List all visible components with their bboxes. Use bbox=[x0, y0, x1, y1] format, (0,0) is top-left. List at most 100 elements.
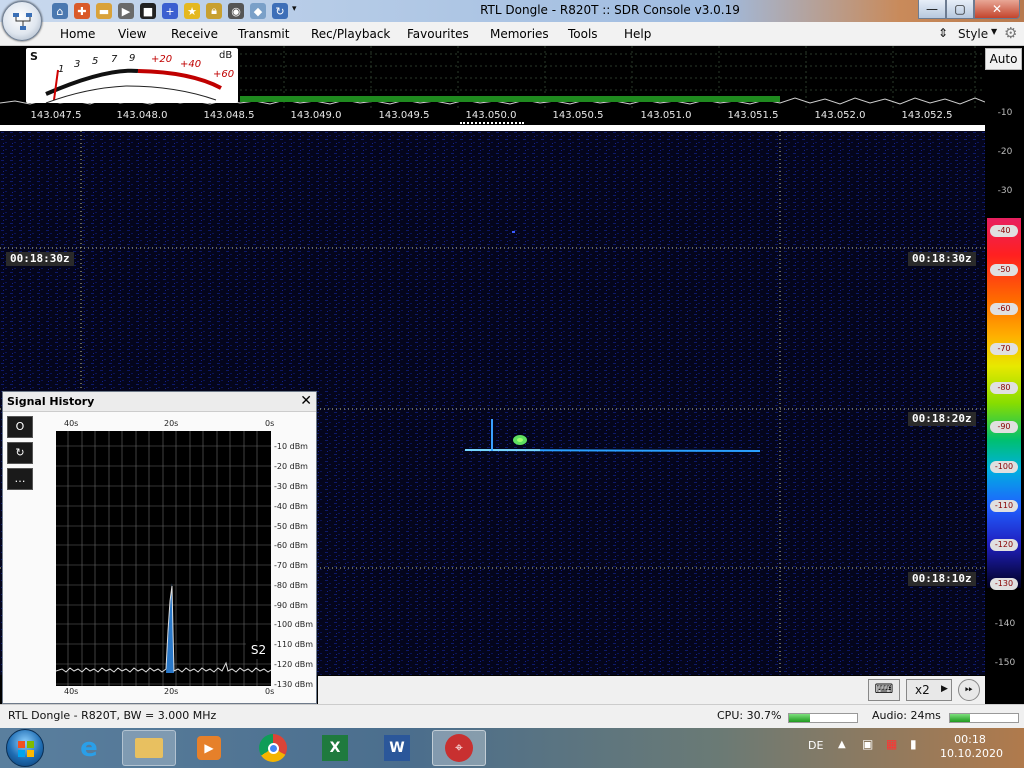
freq-tick: 143.047.5 bbox=[30, 110, 82, 121]
dbm-tick: -50 dBm bbox=[274, 522, 308, 531]
keyboard-icon[interactable]: ⌨ bbox=[868, 679, 900, 701]
start-button[interactable] bbox=[6, 729, 44, 767]
freq-tick: 143.051.5 bbox=[727, 110, 779, 121]
auto-scale-button[interactable]: Auto bbox=[985, 48, 1022, 70]
zoom-select[interactable]: x2 ▶ bbox=[906, 679, 952, 701]
style-dropdown-icon[interactable]: ▼ bbox=[991, 27, 997, 36]
file-explorer-icon[interactable] bbox=[122, 730, 176, 766]
clock[interactable]: 00:18 10.10.2020 bbox=[940, 733, 1003, 761]
word-icon[interactable]: W bbox=[370, 730, 424, 766]
freq-tick: 143.049.5 bbox=[378, 110, 430, 121]
freq-tick: 143.050.5 bbox=[552, 110, 604, 121]
db-tick: -30 bbox=[997, 186, 1013, 196]
lifebuoy-icon[interactable]: ✚ bbox=[74, 3, 90, 19]
freq-tick: 143.049.0 bbox=[290, 110, 342, 121]
menu-memories[interactable]: Memories bbox=[490, 22, 549, 46]
clock-time: 00:18 bbox=[954, 733, 986, 746]
menu-home[interactable]: Home bbox=[60, 22, 95, 46]
drop-icon[interactable]: ◆ bbox=[250, 3, 266, 19]
minimize-button[interactable]: — bbox=[918, 0, 946, 19]
taskbar: e ▶ X W ⌖ DE ▲ ▣ ▦ ▮ 00:18 10.10.2020 bbox=[0, 728, 1024, 768]
sdr-console-icon[interactable]: ⌖ bbox=[432, 730, 486, 766]
signal-history-title: Signal History bbox=[7, 395, 95, 408]
freq-tick: 143.052.5 bbox=[901, 110, 953, 121]
window-title: RTL Dongle - R820T :: SDR Console v3.0.1… bbox=[480, 3, 740, 17]
dbm-tick: -30 dBm bbox=[274, 482, 308, 491]
tray-expand-icon[interactable]: ▲ bbox=[838, 739, 846, 750]
color-tick: -40 bbox=[990, 225, 1018, 237]
waterfall-toolbar: ⌨ x2 ▶ ⏩︎ bbox=[318, 676, 985, 704]
more-icon[interactable]: … bbox=[7, 468, 33, 490]
history-time-label: 40s bbox=[64, 687, 79, 696]
play-icon[interactable]: ▶ bbox=[118, 3, 134, 19]
menu-help[interactable]: Help bbox=[624, 22, 651, 46]
history-time-label: 20s bbox=[164, 419, 179, 428]
passband-indicator[interactable] bbox=[240, 96, 780, 102]
dbm-tick: -70 dBm bbox=[274, 561, 308, 570]
signal-history-plot bbox=[56, 431, 271, 686]
chevron-right-icon: ▶ bbox=[941, 684, 948, 694]
menu-rec-playback[interactable]: Rec/Playback bbox=[311, 22, 390, 46]
signal-history-window: Signal History ✕ O ↻ … 40s 20s 0s 40s 20… bbox=[2, 391, 317, 704]
color-tick: -70 bbox=[990, 343, 1018, 355]
dbm-tick: -110 dBm bbox=[274, 640, 314, 649]
circle-icon[interactable]: O bbox=[7, 416, 33, 438]
lock-icon[interactable]: 🔒︎ bbox=[206, 3, 222, 19]
media-player-icon[interactable]: ▶ bbox=[182, 730, 236, 766]
chrome-icon[interactable] bbox=[246, 730, 300, 766]
dbm-tick: -90 dBm bbox=[274, 601, 308, 610]
color-tick: -50 bbox=[990, 264, 1018, 276]
quick-access-dropdown-icon[interactable]: ▾ bbox=[292, 4, 297, 14]
s-reading: S2 bbox=[246, 641, 271, 659]
rotate-icon[interactable]: ↻ bbox=[272, 3, 288, 19]
tray-signal-icon[interactable]: ▮ bbox=[910, 737, 917, 751]
color-tick: -110 bbox=[990, 500, 1018, 512]
menu-receive[interactable]: Receive bbox=[171, 22, 218, 46]
camera-icon[interactable]: ◉ bbox=[228, 3, 244, 19]
color-tick: -80 bbox=[990, 382, 1018, 394]
menu-view[interactable]: View bbox=[118, 22, 146, 46]
add-icon[interactable]: + bbox=[162, 3, 178, 19]
menu-tools[interactable]: Tools bbox=[568, 22, 598, 46]
freq-tick: 143.048.5 bbox=[203, 110, 255, 121]
audio-status: Audio: 24ms bbox=[872, 709, 941, 722]
refresh-icon[interactable]: ↻ bbox=[7, 442, 33, 464]
tray-network-warning-icon[interactable]: ▦ bbox=[886, 737, 897, 751]
time-marker-right: 00:18:20z bbox=[908, 412, 976, 426]
history-time-label: 0s bbox=[265, 419, 275, 428]
gear-icon[interactable]: ⚙ bbox=[1004, 24, 1017, 42]
s-meter-arc bbox=[45, 68, 222, 103]
excel-icon[interactable]: X bbox=[308, 730, 362, 766]
device-status: RTL Dongle - R820T, BW = 3.000 MHz bbox=[8, 709, 217, 722]
dbm-tick: -10 dBm bbox=[274, 442, 308, 451]
time-marker-right: 00:18:10z bbox=[908, 572, 976, 586]
dbm-tick: -100 dBm bbox=[274, 620, 314, 629]
windows-logo-icon bbox=[18, 741, 34, 757]
language-indicator[interactable]: DE bbox=[808, 739, 823, 752]
internet-explorer-icon[interactable]: e bbox=[62, 730, 116, 766]
star-icon[interactable]: ★ bbox=[184, 3, 200, 19]
signal-history-close-button[interactable]: ✕ bbox=[300, 393, 312, 409]
style-menu[interactable]: Style bbox=[958, 22, 988, 46]
menu-favourites[interactable]: Favourites bbox=[407, 22, 469, 46]
signal-history-toolbar: O ↻ … bbox=[7, 416, 33, 494]
stop-icon[interactable]: ■ bbox=[140, 3, 156, 19]
status-bar: RTL Dongle - R820T, BW = 3.000 MHz CPU: … bbox=[0, 704, 1024, 728]
tray-device-icon[interactable]: ▣ bbox=[862, 737, 873, 751]
freq-tick: 143.051.0 bbox=[640, 110, 692, 121]
dbm-tick: -20 dBm bbox=[274, 462, 308, 471]
audio-meter-fill bbox=[950, 714, 971, 722]
clock-date: 10.10.2020 bbox=[940, 747, 1003, 760]
db-tick: -140 bbox=[994, 619, 1016, 629]
skip-forward-icon[interactable]: ⏩︎ bbox=[958, 679, 980, 701]
signal-history-titlebar[interactable]: Signal History ✕ bbox=[3, 392, 316, 412]
freq-tick: 143.050.0 bbox=[465, 110, 517, 121]
folder-icon[interactable]: ▬ bbox=[96, 3, 112, 19]
maximize-button[interactable]: ▢ bbox=[946, 0, 974, 19]
app-menu-button[interactable] bbox=[2, 1, 42, 41]
menu-transmit[interactable]: Transmit bbox=[238, 22, 289, 46]
dbm-tick: -80 dBm bbox=[274, 581, 308, 590]
zoom-value: x2 bbox=[915, 683, 930, 697]
home-icon[interactable]: ⌂ bbox=[52, 3, 68, 19]
close-button[interactable]: ✕ bbox=[974, 0, 1020, 19]
